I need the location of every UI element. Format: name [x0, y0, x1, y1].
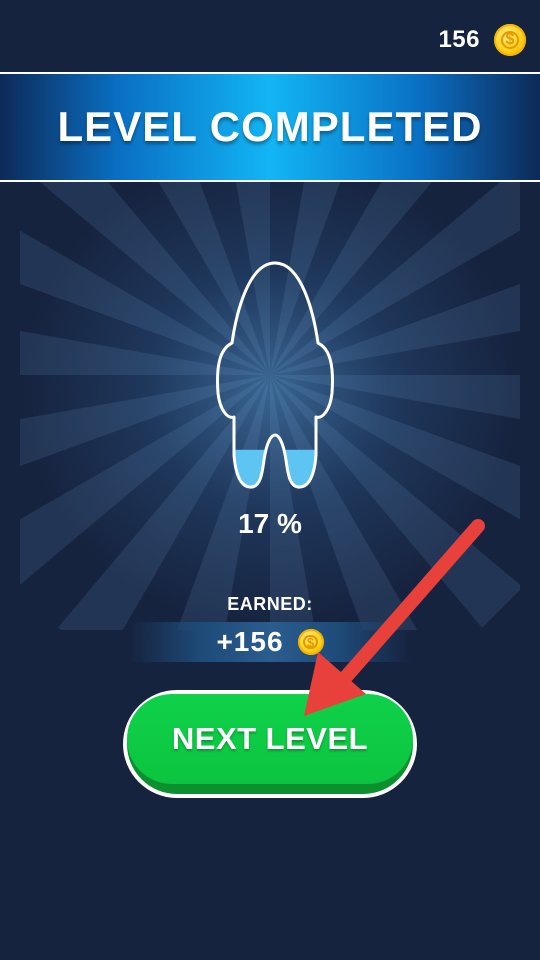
next-level-button[interactable]: NEXT LEVEL — [123, 690, 417, 798]
earned-value: +156 — [216, 626, 284, 657]
character-fill — [217, 449, 333, 488]
earned-strip: +156 $ — [130, 622, 410, 662]
coin-symbol: $ — [306, 634, 315, 650]
character-silhouette-icon — [216, 261, 334, 489]
banner-title: LEVEL COMPLETED — [57, 103, 483, 150]
character-outline — [216, 261, 334, 489]
earned-label: EARNED: — [227, 594, 313, 614]
coin-icon: $ — [494, 24, 526, 56]
coin-icon: $ — [297, 629, 324, 655]
fill-percent: 17 % — [238, 508, 302, 539]
coin-symbol: $ — [505, 31, 515, 48]
coin-counter: 156 $ — [438, 20, 526, 60]
level-complete-screen: 156 $ LEVEL COMPLETED 17 % EARNED: +156 … — [0, 0, 540, 960]
next-level-button-label: NEXT LEVEL — [171, 721, 369, 756]
coin-count: 156 — [438, 26, 480, 53]
level-completed-banner: LEVEL COMPLETED — [0, 72, 540, 182]
next-level-button-face[interactable]: NEXT LEVEL — [127, 694, 413, 784]
